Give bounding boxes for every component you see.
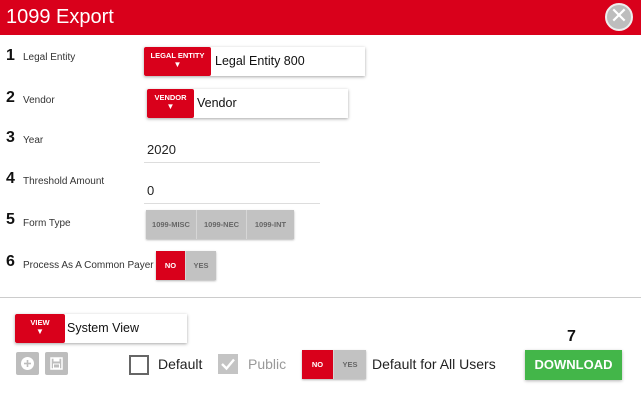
public-checkbox[interactable] [218,354,238,374]
default-all-users-label: Default for All Users [372,356,496,372]
chevron-down-icon: ▼ [36,327,44,336]
all-users-yes-button[interactable]: YES [334,350,366,379]
vendor-selector[interactable]: VENDOR ▼ Vendor [147,89,348,118]
checkmark-icon [221,358,235,371]
legal-entity-label: Legal Entity [23,52,76,63]
common-payer-toggle: NO YES [156,251,216,280]
close-icon[interactable]: ✕ [605,3,633,31]
default-label: Default [158,356,203,372]
common-payer-label: Process As A Common Payer [23,260,154,271]
step-number: 1 [6,47,15,64]
vendor-label: Vendor [23,95,55,106]
legal-entity-dropdown-button[interactable]: LEGAL ENTITY ▼ [144,47,211,76]
threshold-label: Threshold Amount [23,176,105,187]
dropdown-tag: VENDOR [154,93,187,102]
dropdown-tag: LEGAL ENTITY [150,51,205,60]
default-checkbox[interactable] [129,355,149,375]
step-number: 3 [6,129,15,146]
section-divider [0,297,641,298]
public-label: Public [248,356,287,372]
threshold-field[interactable]: 0 [147,183,154,198]
vendor-value: Vendor [197,96,237,110]
step-number: 4 [6,170,15,187]
form-1099-misc-button[interactable]: 1099-MISC [146,210,197,239]
all-users-no-button[interactable]: NO [302,350,334,379]
chevron-down-icon: ▼ [173,60,182,69]
chevron-down-icon: ▼ [166,102,175,111]
step-number: 7 [567,328,576,345]
common-payer-yes-button[interactable]: YES [186,251,216,280]
step-number: 2 [6,89,15,106]
year-underline [144,162,320,163]
plus-circle-icon [21,357,34,370]
download-button[interactable]: DOWNLOAD [525,350,622,380]
default-all-users-toggle: NO YES [302,350,366,379]
threshold-underline [144,203,320,204]
dialog-header: 1099 Export ✕ [0,0,641,35]
view-selector[interactable]: VIEW ▼ System View [15,314,187,343]
vendor-dropdown-button[interactable]: VENDOR ▼ [147,89,194,118]
dropdown-tag: VIEW [30,318,50,327]
save-icon [50,357,63,370]
legal-entity-value: Legal Entity 800 [215,54,305,68]
year-field[interactable]: 2020 [147,142,176,157]
view-dropdown-button[interactable]: VIEW ▼ [15,314,65,343]
legal-entity-selector[interactable]: LEGAL ENTITY ▼ Legal Entity 800 [144,47,365,76]
form-type-toggle: 1099-MISC 1099-NEC 1099-INT [146,210,294,239]
view-value: System View [67,321,140,335]
save-view-button[interactable] [45,352,68,375]
year-label: Year [23,135,44,146]
form-type-label: Form Type [23,218,71,229]
form-1099-int-button[interactable]: 1099-INT [247,210,294,239]
step-number: 5 [6,211,15,228]
common-payer-no-button[interactable]: NO [156,251,186,280]
step-number: 6 [6,253,15,270]
form-1099-nec-button[interactable]: 1099-NEC [197,210,247,239]
add-view-button[interactable] [16,352,39,375]
dialog-title: 1099 Export [6,6,114,28]
